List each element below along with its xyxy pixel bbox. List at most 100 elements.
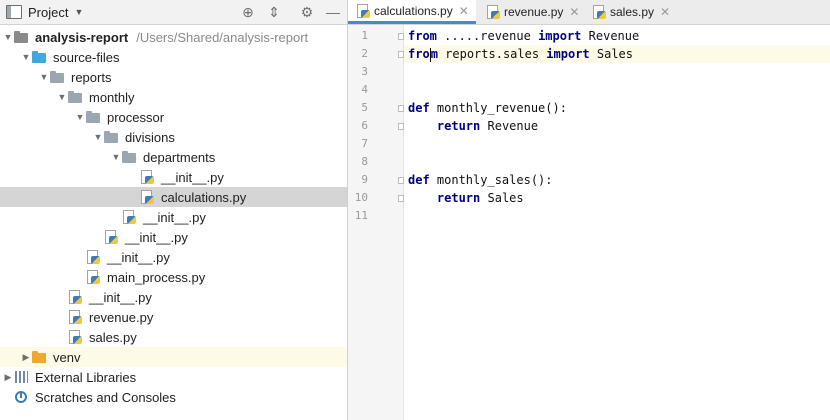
editor-tab[interactable]: calculations.py ✕ xyxy=(348,0,476,24)
expand-arrow-icon[interactable]: ▼ xyxy=(74,112,86,122)
editor-tab-label: calculations.py xyxy=(374,3,453,18)
tree-item[interactable]: ▼ source-files xyxy=(0,47,347,67)
tree-item[interactable]: main_process.py xyxy=(0,267,347,287)
line-number-gutter: 1 2 3 4 5 6 7 8 9 10 11 xyxy=(348,25,404,420)
expand-arrow-icon[interactable]: ▼ xyxy=(20,52,32,62)
expand-arrow-icon[interactable]: ▼ xyxy=(92,132,104,142)
project-path: /Users/Shared/analysis-report xyxy=(136,29,309,45)
tree-item[interactable]: ▼ reports xyxy=(0,67,347,87)
tree-item-label: calculations.py xyxy=(161,189,247,205)
line-number: 1 xyxy=(361,29,368,42)
tree-item[interactable]: __init__.py xyxy=(0,247,347,267)
editor-tab[interactable]: revenue.py ✕ xyxy=(478,0,582,24)
code-line[interactable]: def monthly_sales(): xyxy=(404,171,830,189)
tree-item-label: sales.py xyxy=(89,329,137,345)
code-line[interactable]: from .....revenue import Revenue xyxy=(404,27,830,45)
library-icon xyxy=(14,370,30,384)
close-icon[interactable]: ✕ xyxy=(569,5,579,19)
editor-tabs: calculations.py ✕ revenue.py ✕ sales.py ✕ xyxy=(348,0,830,25)
tree-item[interactable]: ▼ monthly xyxy=(0,87,347,107)
tree-item[interactable]: sales.py xyxy=(0,327,347,347)
code-line[interactable] xyxy=(404,63,830,81)
project-panel-title: Project xyxy=(28,4,69,20)
locate-icon[interactable]: ⊕ xyxy=(240,4,256,20)
tree-item[interactable]: ▶ venv xyxy=(0,347,347,367)
collapse-arrow-icon[interactable]: ▶ xyxy=(2,372,14,383)
tree-item[interactable]: calculations.py xyxy=(0,187,347,207)
expand-arrow-icon[interactable]: ▼ xyxy=(110,152,122,162)
tree-item[interactable]: ▼ divisions xyxy=(0,127,347,147)
line-number: 5 xyxy=(361,101,368,114)
line-number: 4 xyxy=(361,83,368,96)
tree-item-label: main_process.py xyxy=(107,269,206,285)
python-file-icon xyxy=(104,230,120,244)
tree-item-label: External Libraries xyxy=(35,369,137,385)
folder-icon xyxy=(14,30,30,44)
tree-item[interactable]: __init__.py xyxy=(0,227,347,247)
tree-item-label: __init__.py xyxy=(143,209,206,225)
tree-item[interactable]: ▼ departments xyxy=(0,147,347,167)
code-line[interactable] xyxy=(404,207,830,225)
tree-item-label: monthly xyxy=(89,89,135,105)
code-line[interactable] xyxy=(404,81,830,99)
tree-item-label: __init__.py xyxy=(107,249,170,265)
tree-item-label: revenue.py xyxy=(89,309,154,325)
editor-tab-label: sales.py xyxy=(610,5,655,19)
editor-tab-label: revenue.py xyxy=(504,5,564,19)
tree-item[interactable]: Scratches and Consoles xyxy=(0,387,347,407)
scratch-icon xyxy=(14,390,30,404)
collapse-all-icon[interactable]: ⇕ xyxy=(266,4,282,20)
close-icon[interactable]: ✕ xyxy=(459,4,469,18)
code-line[interactable] xyxy=(404,153,830,171)
project-panel: Project ▼ ⊕ ⇕ ⚙ — ▼ analysis-report/Users… xyxy=(0,0,348,420)
tree-item[interactable]: revenue.py xyxy=(0,307,347,327)
hide-panel-icon[interactable]: — xyxy=(325,4,341,20)
folder-icon xyxy=(32,350,48,364)
collapse-arrow-icon[interactable]: ▶ xyxy=(20,352,32,363)
tree-item-label: source-files xyxy=(53,49,120,65)
tree-item-label: divisions xyxy=(125,129,175,145)
python-file-icon xyxy=(592,5,606,19)
python-file-icon xyxy=(356,3,370,18)
tree-item[interactable]: __init__.py xyxy=(0,167,347,187)
tree-item-label: processor xyxy=(107,109,165,125)
expand-arrow-icon[interactable]: ▼ xyxy=(2,32,14,42)
folder-icon xyxy=(32,50,48,64)
gear-icon[interactable]: ⚙ xyxy=(299,4,315,20)
tree-item[interactable]: ▶ External Libraries xyxy=(0,367,347,387)
python-file-icon xyxy=(68,310,84,324)
tree-item-label: __init__.py xyxy=(125,229,188,245)
tree-item-label: __init__.py xyxy=(89,289,152,305)
project-view-selector[interactable]: Project ▼ xyxy=(6,0,83,24)
tree-item-label: analysis-report xyxy=(35,29,129,45)
code-line[interactable]: return Sales xyxy=(404,189,830,207)
tree-item[interactable]: __init__.py xyxy=(0,287,347,307)
tree-item[interactable]: __init__.py xyxy=(0,207,347,227)
python-file-icon xyxy=(140,170,156,184)
code-line[interactable]: from reports.sales import Sales xyxy=(404,45,830,63)
tree-item-label: __init__.py xyxy=(161,169,224,185)
python-file-icon xyxy=(86,270,102,284)
expand-arrow-icon[interactable]: ▼ xyxy=(56,92,68,102)
code-line[interactable]: def monthly_revenue(): xyxy=(404,99,830,117)
code-line[interactable] xyxy=(404,135,830,153)
editor-tab[interactable]: sales.py ✕ xyxy=(584,0,674,24)
python-file-icon xyxy=(86,250,102,264)
editor-area: calculations.py ✕ revenue.py ✕ sales.py ✕ 1 2 3… xyxy=(348,0,830,420)
project-panel-header: Project ▼ ⊕ ⇕ ⚙ — xyxy=(0,0,347,25)
tree-item[interactable]: ▼ analysis-report/Users/Shared/analysis-r… xyxy=(0,27,347,47)
folder-icon xyxy=(50,70,66,84)
python-file-icon xyxy=(140,190,156,204)
chevron-down-icon: ▼ xyxy=(74,7,84,17)
line-number: 6 xyxy=(361,119,368,132)
folder-icon xyxy=(86,110,102,124)
code-line[interactable]: return Revenue xyxy=(404,117,830,135)
python-file-icon xyxy=(68,290,84,304)
tree-item[interactable]: ▼ processor xyxy=(0,107,347,127)
folder-icon xyxy=(68,90,84,104)
expand-arrow-icon[interactable]: ▼ xyxy=(38,72,50,82)
close-icon[interactable]: ✕ xyxy=(660,5,670,19)
line-number: 9 xyxy=(361,173,368,186)
line-number: 11 xyxy=(354,209,368,222)
tree-item-label: venv xyxy=(53,349,81,365)
